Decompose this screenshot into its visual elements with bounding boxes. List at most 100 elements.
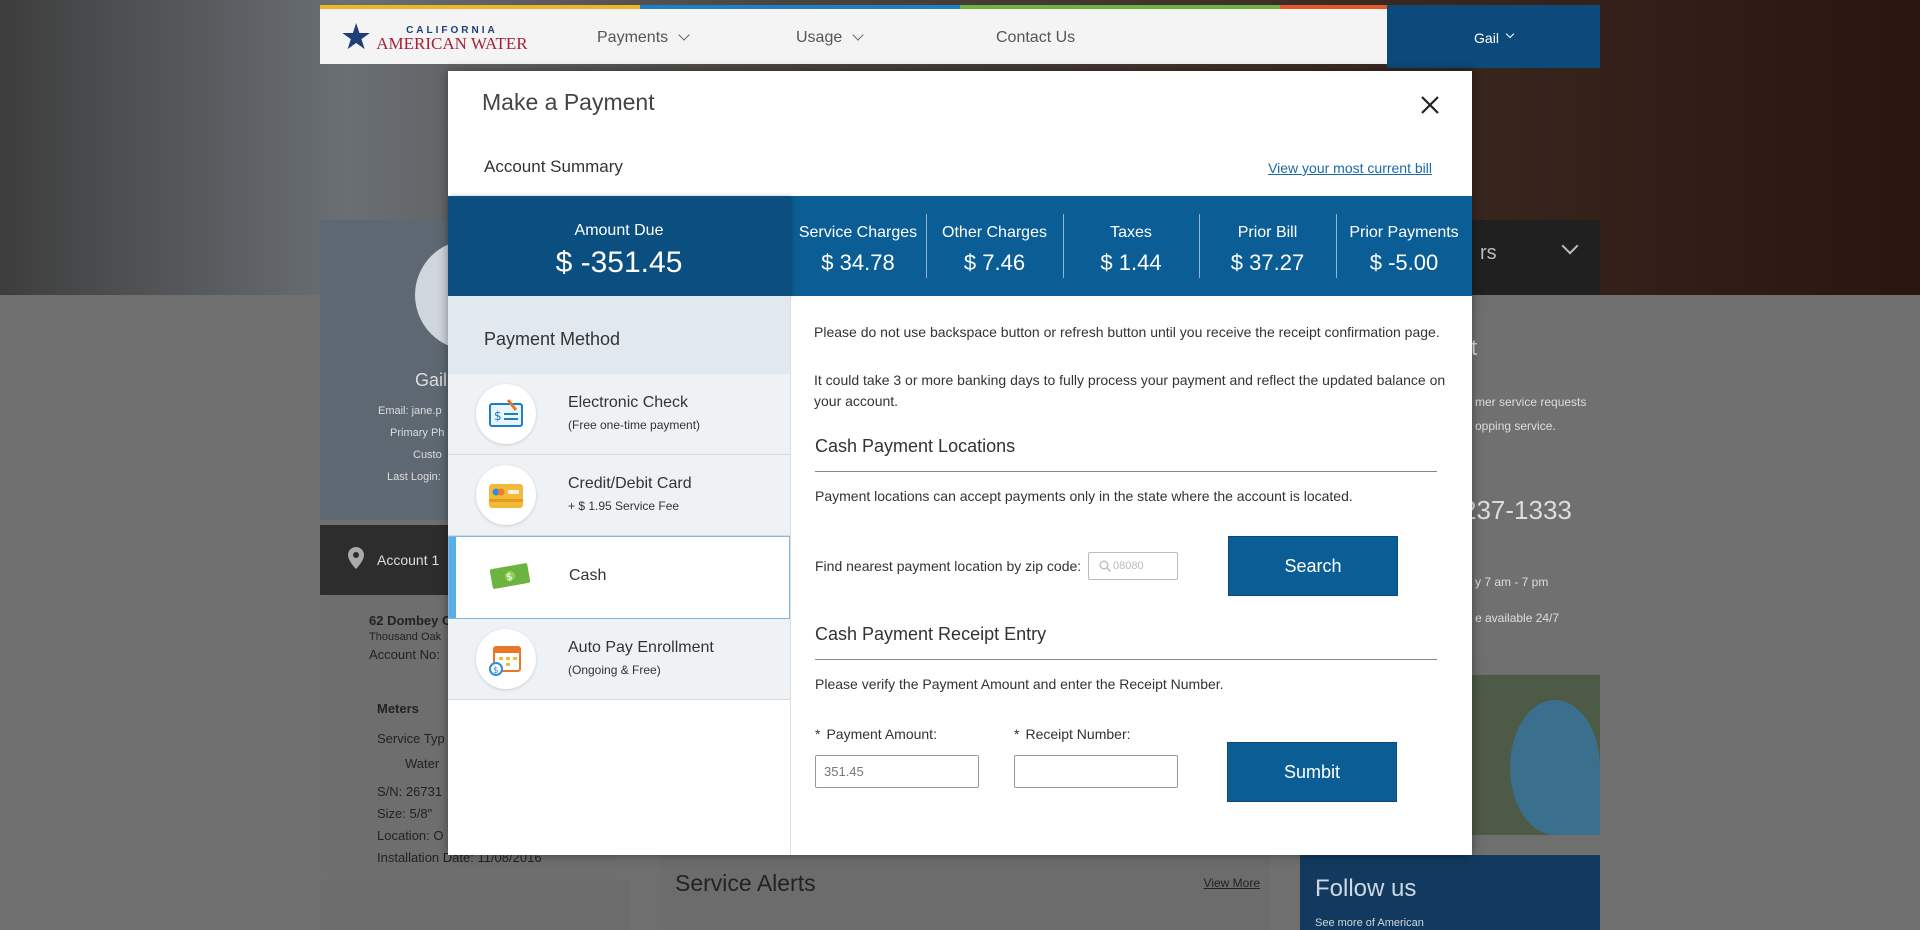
service-alerts-title: Service Alerts: [675, 870, 816, 896]
check-icon: $: [476, 384, 536, 444]
payment-amount-label: * Payment Amount:: [815, 726, 937, 742]
submit-button[interactable]: Sumbit: [1227, 742, 1397, 802]
receipt-number-label-text: Receipt Number: [1025, 726, 1127, 742]
section-divider: [815, 471, 1437, 472]
charge-value: $ 34.78: [821, 250, 895, 275]
water-drop-home-icon: [1510, 700, 1600, 835]
payment-amount-input[interactable]: 351.45: [815, 755, 979, 788]
location-pin-icon: [348, 547, 364, 569]
meter-size: Size: 5/8": [377, 806, 433, 821]
user-menu[interactable]: Gail: [1387, 5, 1600, 68]
account-number: Account No:: [369, 647, 440, 662]
amount-due-label: Amount Due: [574, 222, 664, 239]
phone-number: 237-1333: [1462, 495, 1572, 525]
account-selector-bg[interactable]: rs: [1470, 220, 1600, 295]
service-charges: Service Charges $ 34.78: [790, 196, 926, 296]
account-summary-bar: Amount Due $ -351.45 Service Charges $ 3…: [448, 196, 1472, 296]
left-bottom-panel: [320, 880, 630, 930]
payment-method-header: Payment Method: [448, 296, 790, 374]
close-button[interactable]: [1418, 93, 1442, 117]
service-hours: y 7 am - 7 pm: [1475, 575, 1549, 589]
payment-method-label: Payment Method: [484, 329, 621, 349]
service-availability: e available 24/7: [1475, 611, 1560, 625]
view-more-link[interactable]: View More: [1204, 876, 1260, 890]
method-name: Electronic Check: [568, 394, 689, 411]
account-city: Thousand Oak: [369, 631, 442, 643]
cash-icon: $: [477, 547, 537, 607]
profile-email: Email: jane.p: [378, 405, 442, 417]
chevron-down-icon: [1561, 237, 1579, 255]
credit-card-icon: [476, 465, 536, 525]
other-charges: Other Charges $ 7.46: [926, 196, 1063, 296]
nav-payments[interactable]: Payments: [597, 29, 690, 47]
method-name: Credit/Debit Card: [568, 475, 692, 492]
amount-due-value: $ -351.45: [555, 246, 683, 279]
nav-payments-label: Payments: [597, 29, 669, 46]
method-subtitle: (Ongoing & Free): [568, 663, 661, 677]
charge-label: Prior Payments: [1349, 224, 1459, 241]
cash-locations-text: Payment locations can accept payments on…: [815, 488, 1353, 504]
follow-us-subtitle: See more of American: [1315, 917, 1424, 929]
method-subtitle: (Free one-time payment): [568, 418, 701, 432]
method-electronic-check[interactable]: $ Electronic Check (Free one-time paymen…: [448, 374, 790, 455]
charge-label: Taxes: [1110, 224, 1152, 241]
account-selector-fragment: rs: [1480, 242, 1497, 264]
card-line2: opping service.: [1475, 419, 1556, 433]
taxes: Taxes $ 1.44: [1063, 196, 1199, 296]
nav-usage[interactable]: Usage: [796, 29, 864, 47]
brand-logo[interactable]: ★ CALIFORNIA AMERICAN WATER: [340, 19, 528, 55]
required-marker: *: [815, 726, 821, 742]
top-navigation: ★ CALIFORNIA AMERICAN WATER Payments Usa…: [320, 5, 1600, 68]
payment-method-list: Payment Method $ Electronic Check (Free …: [448, 296, 791, 855]
meter-location: Location: O: [377, 828, 444, 843]
zip-code-label: Find nearest payment location by zip cod…: [815, 558, 1082, 574]
amount-due-box: Amount Due $ -351.45: [448, 196, 790, 296]
chevron-down-icon: [852, 29, 864, 41]
profile-name: Gail: [415, 370, 448, 390]
service-alerts-panel: Service Alerts View More: [660, 855, 1270, 930]
cash-payment-content: Please do not use backspace button or re…: [791, 296, 1472, 855]
charge-label: Prior Bill: [1237, 224, 1298, 241]
account-summary-label: Account Summary: [484, 157, 623, 176]
label-colon: :: [933, 726, 937, 742]
method-name: Auto Pay Enrollment: [568, 639, 714, 656]
chevron-down-icon: [678, 29, 690, 41]
nav-contact-us[interactable]: Contact Us: [996, 29, 1075, 47]
charge-value: $ 1.44: [1100, 250, 1162, 275]
charge-value: $ 7.46: [963, 250, 1026, 275]
receipt-number-input[interactable]: [1014, 755, 1178, 788]
profile-last-login: Last Login:: [387, 471, 441, 483]
service-water: Water: [405, 756, 440, 771]
card-line1: mer service requests: [1475, 395, 1587, 409]
svg-text:$: $: [494, 409, 502, 423]
receipt-entry-title: Cash Payment Receipt Entry: [815, 624, 1047, 644]
star-logo-icon: ★: [340, 16, 373, 57]
charge-value: $ 37.27: [1230, 250, 1305, 275]
method-credit-debit-card[interactable]: Credit/Debit Card + $ 1.95 Service Fee: [448, 455, 790, 536]
section-divider: [815, 659, 1437, 660]
cash-locations-title: Cash Payment Locations: [815, 436, 1016, 456]
method-auto-pay[interactable]: $ Auto Pay Enrollment (Ongoing & Free): [448, 619, 790, 700]
method-subtitle: + $ 1.95 Service Fee: [568, 499, 680, 513]
charge-value: $ -5.00: [1369, 250, 1439, 275]
prior-payments: Prior Payments $ -5.00: [1336, 196, 1472, 296]
modal-title: Make a Payment: [482, 89, 655, 115]
follow-us-panel: Follow us See more of American: [1300, 855, 1600, 930]
view-current-bill-link[interactable]: View your most current bill: [1268, 160, 1432, 176]
profile-phone: Primary Ph: [390, 427, 445, 439]
account-tab-label: Account 1: [377, 552, 440, 568]
calendar-icon: $: [476, 629, 536, 689]
method-name: Cash: [569, 567, 607, 584]
nav-usage-label: Usage: [796, 29, 843, 46]
user-name: Gail: [1474, 30, 1499, 46]
profile-customer: Custo: [413, 449, 442, 461]
brand-line2: AMERICAN WATER: [376, 34, 528, 53]
payment-amount-label-text: Payment Amount: [826, 726, 934, 742]
meters-label: Meters: [377, 701, 419, 716]
meter-sn: S/N: 26731: [377, 784, 443, 799]
close-icon: [1421, 96, 1439, 114]
follow-us-title: Follow us: [1315, 875, 1417, 902]
make-payment-modal: Make a Payment Account Summary View your…: [448, 71, 1472, 855]
method-cash[interactable]: $ Cash: [448, 536, 790, 619]
search-button[interactable]: Search: [1228, 536, 1398, 596]
